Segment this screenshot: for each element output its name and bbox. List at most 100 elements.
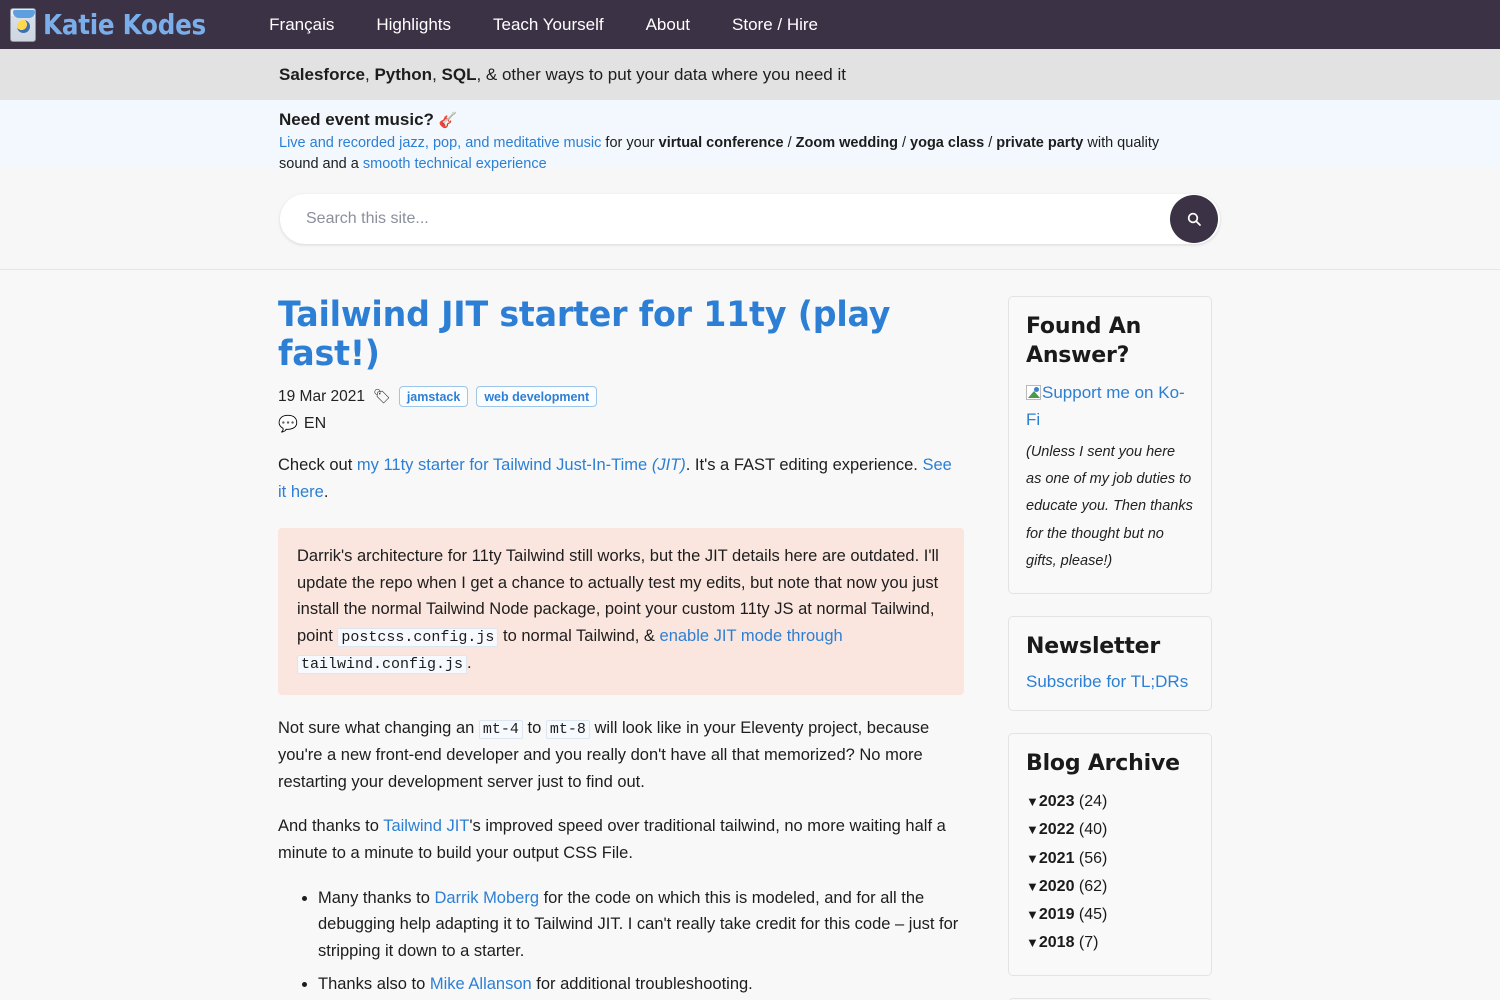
sidebar: Found An Answer? Support me on Ko-Fi (Un… [1008,296,1212,1000]
credit-text-1: Many thanks to [318,888,435,907]
tailwind-jit-link[interactable]: Tailwind JIT [383,817,469,835]
chevron-down-icon: ▼ [1026,878,1039,894]
nav-item-about[interactable]: About [625,9,711,41]
callout-code-tailwind: tailwind.config.js [297,655,468,675]
list-item: ▼2018 (7) [1026,929,1194,957]
music-sep-1: / [783,135,796,151]
starter-link[interactable]: my 11ty starter for Tailwind Just-In-Tim… [357,456,686,474]
archive-year-2022[interactable]: ▼2022 (40) [1026,821,1107,838]
nav-item-highlights[interactable]: Highlights [355,9,472,41]
guitar-icon: 🎸 [438,112,458,129]
post-language: 💬 EN [278,414,964,434]
search-button[interactable] [1170,195,1218,243]
search-band [0,168,1500,270]
found-an-answer-card: Found An Answer? Support me on Ko-Fi (Un… [1008,296,1212,595]
tagline-rest: , & other ways to put your data where yo… [476,64,846,84]
music-text-1: for your [601,135,659,151]
credit-text-4: for additional troubleshooting. [531,974,753,993]
event-music-banner: Need event music? 🎸 Live and recorded ja… [0,100,1500,172]
search-wrapper [280,194,1220,244]
darrik-moberg-link[interactable]: Darrik Moberg [434,889,539,907]
blog-archive-card: Blog Archive ▼2023 (24) ▼2022 (40) ▼2021… [1008,732,1212,977]
enable-jit-link[interactable]: enable JIT mode through [660,627,843,645]
intro-text-1: Check out [278,456,357,475]
nav-item-francais[interactable]: Français [248,9,355,41]
post-tag-web-development[interactable]: web development [476,386,598,408]
page-body: Tailwind JIT starter for 11ty (play fast… [278,270,1222,1000]
starter-link-text: my 11ty starter for Tailwind Just-In-Tim… [356,456,648,475]
archive-year-label: 2019 [1038,905,1075,923]
archive-year-label: 2023 [1038,793,1075,811]
chevron-down-icon: ▼ [1026,822,1039,838]
archive-year-label: 2018 [1038,934,1075,952]
callout-paragraph: Darrik's architecture for 11ty Tailwind … [297,543,945,678]
archive-year-2020[interactable]: ▼2020 (62) [1026,878,1107,895]
archive-year-2018[interactable]: ▼2018 (7) [1026,934,1098,951]
post-date: 19 Mar 2021 [278,387,366,405]
newsletter-link-row: Subscribe for TL;DRs [1026,672,1194,692]
list-item: ▼2023 (24) [1026,788,1194,816]
chevron-down-icon: ▼ [1026,906,1039,922]
archive-year-count: (7) [1078,934,1099,952]
intro-paragraph: Check out my 11ty starter for Tailwind J… [278,452,964,505]
tagline-python: Python [374,64,433,84]
broken-image-icon [1026,385,1041,401]
callout-code-postcss: postcss.config.js [337,627,499,647]
archive-year-count: (45) [1078,905,1108,923]
nav-item-store-hire[interactable]: Store / Hire [711,9,839,41]
music-bold-2: Zoom wedding [795,135,898,151]
post-tag-jamstack[interactable]: jamstack [398,386,469,408]
main-content: Tailwind JIT starter for 11ty (play fast… [278,295,964,1000]
archive-year-2019[interactable]: ▼2019 (45) [1026,906,1107,923]
callout-text-2: to normal Tailwind, & [498,626,660,645]
list-item: ▼2019 (45) [1026,901,1194,929]
speed-text-1: And thanks to [278,817,384,836]
intro-text-2: . It's a FAST editing experience. [685,456,923,475]
nav-links: Français Highlights Teach Yourself About… [248,9,839,41]
tag-icon: 🏷 [373,388,391,405]
intro-text-3: . [323,483,329,502]
found-an-answer-title: Found An Answer? [1026,314,1142,368]
music-link-primary[interactable]: Live and recorded jazz, pop, and meditat… [279,135,601,151]
list-item: Thanks also to Mike Allanson for additio… [318,971,964,998]
post-language-label: EN [303,415,327,433]
archive-year-label: 2020 [1038,877,1075,895]
callout-text-3: . [467,654,472,673]
newsletter-title: Newsletter [1026,634,1161,660]
outdated-notice-callout: Darrik's architecture for 11ty Tailwind … [278,527,964,695]
music-banner-heading: Need event music? 🎸 [279,110,1221,130]
music-bold-3: yoga class [910,135,985,151]
kofi-link[interactable]: Support me on Ko-Fi [1026,383,1185,429]
archive-year-label: 2021 [1038,849,1075,867]
site-logo-link[interactable]: Katie Kodes [10,7,248,42]
top-navigation-bar: Katie Kodes Français Highlights Teach Yo… [0,0,1500,49]
archive-year-count: (40) [1078,821,1108,839]
mt-paragraph: Not sure what changing an mt-4 to mt-8 w… [278,715,964,796]
list-item: ▼2021 (56) [1026,845,1194,873]
archive-year-count: (24) [1078,793,1108,811]
tagline-sep-2: , [432,64,442,84]
site-tagline: Salesforce, Python, SQL, & other ways to… [0,49,1500,100]
speed-paragraph: And thanks to Tailwind JIT's improved sp… [278,813,964,866]
search-icon [1187,212,1201,226]
subscribe-link[interactable]: Subscribe for TL;DRs [1026,672,1188,691]
archive-year-2021[interactable]: ▼2021 (56) [1026,850,1107,867]
music-link-secondary[interactable]: smooth technical experience [363,156,547,172]
list-item: ▼2020 (62) [1026,873,1194,901]
search-input[interactable] [280,194,1220,244]
credit-text-3: Thanks also to [318,974,430,993]
code-mt-8: mt-8 [545,719,590,739]
kofi-link-label: Support me on Ko-Fi [1026,383,1185,429]
music-bold-1: virtual conference [658,135,784,151]
mike-allanson-link[interactable]: Mike Allanson [430,975,532,993]
chevron-down-icon: ▼ [1026,850,1039,866]
mt-text-1: Not sure what changing an [278,718,479,737]
music-bold-4: private party [996,135,1084,151]
tagline-sql: SQL [441,64,477,84]
nav-item-teach-yourself[interactable]: Teach Yourself [472,9,625,41]
kofi-note: (Unless I sent you here as one of my job… [1026,443,1193,569]
archive-year-2023[interactable]: ▼2023 (24) [1026,793,1107,810]
archive-year-count: (62) [1078,877,1108,895]
credits-list: Many thanks to Darrik Moberg for the cod… [278,885,964,998]
starter-link-jit: (JIT) [647,456,686,475]
